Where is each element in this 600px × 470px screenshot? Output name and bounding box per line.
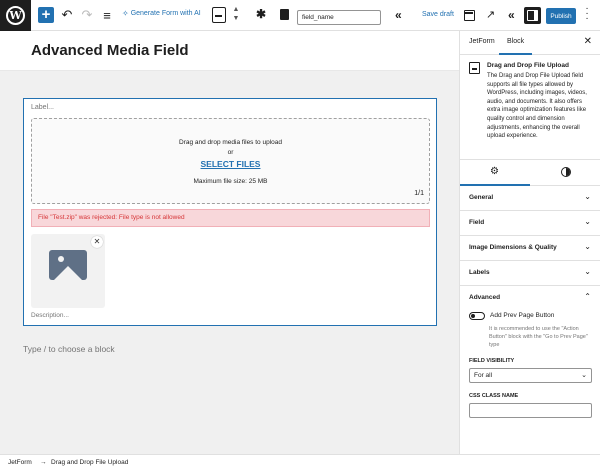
chevron-down-icon: ⌄	[584, 217, 591, 226]
block-title: Drag and Drop File Upload	[487, 62, 569, 69]
panel-general[interactable]: General ⌄	[460, 186, 600, 211]
preview-icon[interactable]	[464, 10, 475, 21]
panel-title: Image Dimensions & Quality	[469, 244, 557, 251]
chevron-down-icon: ⌄	[581, 372, 587, 379]
sidebar-tabs: JetForm Block ✕	[460, 31, 600, 55]
error-message: File "Test.zip" was rejected: File type …	[31, 209, 430, 227]
panel-title: General	[469, 194, 494, 201]
close-icon[interactable]: ✕	[584, 36, 592, 47]
more-options-icon[interactable]: · · ·	[583, 4, 591, 24]
document-overview-icon[interactable]: ≡	[100, 7, 114, 23]
collapse-icon[interactable]: «	[395, 8, 402, 22]
dropzone-or: or	[227, 149, 234, 156]
panel-title: Labels	[469, 269, 490, 276]
visibility-select[interactable]: For all ⌄	[469, 368, 592, 383]
dropzone[interactable]: Drag and drop media files to upload or S…	[31, 118, 430, 204]
field-name-input[interactable]	[297, 10, 381, 25]
settings-subtabs: ⚙	[460, 160, 600, 186]
wordpress-logo-icon[interactable]: W	[0, 0, 31, 31]
block-settings-icon[interactable]	[280, 9, 289, 20]
publish-button[interactable]: Publish	[546, 8, 576, 24]
breadcrumb-item[interactable]: JetForm	[8, 459, 32, 466]
block-mover-icon[interactable]: ▲ ▼	[232, 5, 240, 23]
gear-icon[interactable]: ⚙	[490, 166, 499, 177]
chevron-left-icon[interactable]: «	[508, 8, 515, 22]
block-type-icon	[469, 62, 480, 74]
block-card: Drag and Drop File Upload The Drag and D…	[460, 55, 600, 160]
editor-toolbar: W + ↶ ↷ ≡ ✧Generate Form with AI ▲▼ ✱ « …	[0, 0, 600, 31]
page-title[interactable]: Advanced Media Field	[31, 42, 189, 59]
undo-icon[interactable]: ↶	[60, 7, 74, 23]
css-class-input[interactable]	[469, 403, 592, 418]
media-field-block[interactable]: Label... Drag and drop media files to up…	[23, 98, 437, 326]
chevron-down-icon: ⌄	[584, 192, 591, 201]
label-placeholder[interactable]: Label...	[31, 104, 54, 111]
visibility-label: FIELD VISIBILITY	[469, 358, 515, 364]
chevron-up-icon[interactable]: ⌃	[584, 292, 591, 301]
remove-file-icon[interactable]: ✕	[91, 236, 103, 248]
tab-block[interactable]: Block	[507, 38, 524, 45]
block-appender[interactable]: Type / to choose a block	[23, 344, 115, 354]
breadcrumb-item[interactable]: Drag and Drop File Upload	[51, 459, 128, 466]
generate-form-button[interactable]: ✧ Generate Form with AI	[122, 9, 201, 18]
visibility-value: For all	[474, 372, 493, 379]
editor-canvas: Advanced Media Field Label... Drag and d…	[0, 31, 459, 454]
uploaded-file-thumbnail: ✕	[31, 234, 105, 308]
save-draft-button[interactable]: Save draft	[422, 11, 454, 18]
prev-page-toggle[interactable]	[469, 312, 485, 320]
help-text: It is recommended to use the "Action But…	[489, 326, 588, 348]
description-placeholder[interactable]: Description...	[31, 312, 69, 319]
panel-title: Field	[469, 219, 485, 226]
image-placeholder-icon	[49, 250, 87, 280]
select-files-link[interactable]: SELECT FILES	[32, 159, 429, 169]
jetform-icon[interactable]: ✱	[256, 7, 266, 21]
breadcrumb: JetForm → Drag and Drop File Upload	[0, 454, 600, 470]
block-type-icon[interactable]	[212, 7, 226, 23]
settings-toggle-button[interactable]	[524, 7, 541, 24]
view-post-icon[interactable]: ↗	[486, 8, 495, 21]
panel-labels[interactable]: Labels ⌄	[460, 261, 600, 286]
toggle-label: Add Prev Page Button	[490, 312, 555, 319]
chevron-down-icon: ⌄	[584, 267, 591, 276]
panel-advanced: Advanced ⌃ Add Prev Page Button It is re…	[460, 286, 600, 428]
breadcrumb-separator-icon: →	[40, 459, 47, 466]
panel-image-dimensions[interactable]: Image Dimensions & Quality ⌄	[460, 236, 600, 261]
max-file-size: Maximum file size: 25 MB	[193, 178, 268, 185]
tab-jetform[interactable]: JetForm	[469, 38, 495, 45]
add-block-button[interactable]: +	[38, 7, 54, 23]
panel-field[interactable]: Field ⌄	[460, 211, 600, 236]
styles-icon[interactable]	[561, 167, 571, 177]
panel-title[interactable]: Advanced	[469, 294, 500, 301]
title-area: Advanced Media Field	[0, 31, 459, 71]
file-count: 1/1	[414, 190, 424, 197]
settings-sidebar: JetForm Block ✕ Drag and Drop File Uploa…	[459, 31, 600, 454]
chevron-down-icon: ⌄	[584, 242, 591, 251]
dropzone-text: Drag and drop media files to upload	[179, 139, 282, 146]
css-class-label: CSS CLASS NAME	[469, 393, 519, 399]
sparkle-icon: ✧	[122, 9, 129, 18]
redo-icon[interactable]: ↷	[80, 7, 94, 23]
block-description: The Drag and Drop File Upload field supp…	[487, 73, 587, 140]
